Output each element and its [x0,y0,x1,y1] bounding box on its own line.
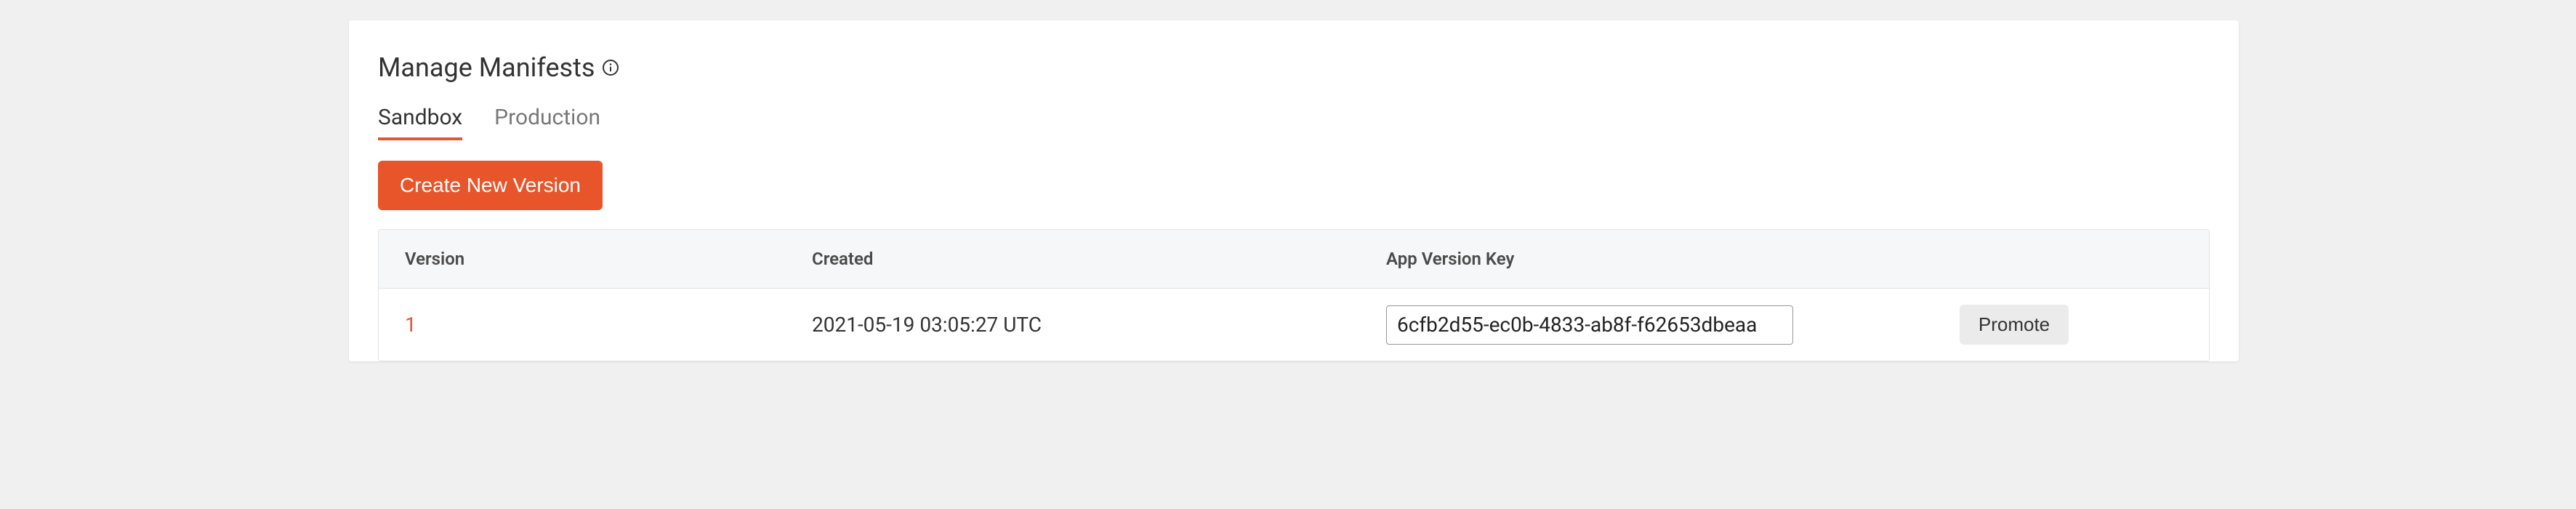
table-header-row: Version Created App Version Key [379,230,2209,289]
app-version-key-input[interactable] [1386,305,1793,345]
tabs: Sandbox Production [378,105,2210,140]
manage-manifests-card: Manage Manifests Sandbox Production Crea… [349,20,2239,361]
col-header-version: Version [379,230,786,289]
col-header-created: Created [786,230,1360,289]
tab-production[interactable]: Production [494,105,600,140]
version-link[interactable]: 1 [405,313,416,337]
promote-button[interactable]: Promote [1960,305,2069,345]
page-title: Manage Manifests [378,52,595,83]
create-new-version-button[interactable]: Create New Version [378,161,603,210]
col-header-app-version-key: App Version Key [1360,230,1819,289]
manifests-table-wrap: Version Created App Version Key 1 2021-0… [378,229,2210,361]
info-icon[interactable] [602,59,619,76]
tab-sandbox[interactable]: Sandbox [378,105,462,140]
page-title-row: Manage Manifests [378,52,2210,83]
table-row: 1 2021-05-19 03:05:27 UTC Promote [379,289,2209,361]
col-header-actions [1819,230,2209,289]
manifests-table: Version Created App Version Key 1 2021-0… [379,230,2209,361]
created-cell: 2021-05-19 03:05:27 UTC [786,289,1360,361]
